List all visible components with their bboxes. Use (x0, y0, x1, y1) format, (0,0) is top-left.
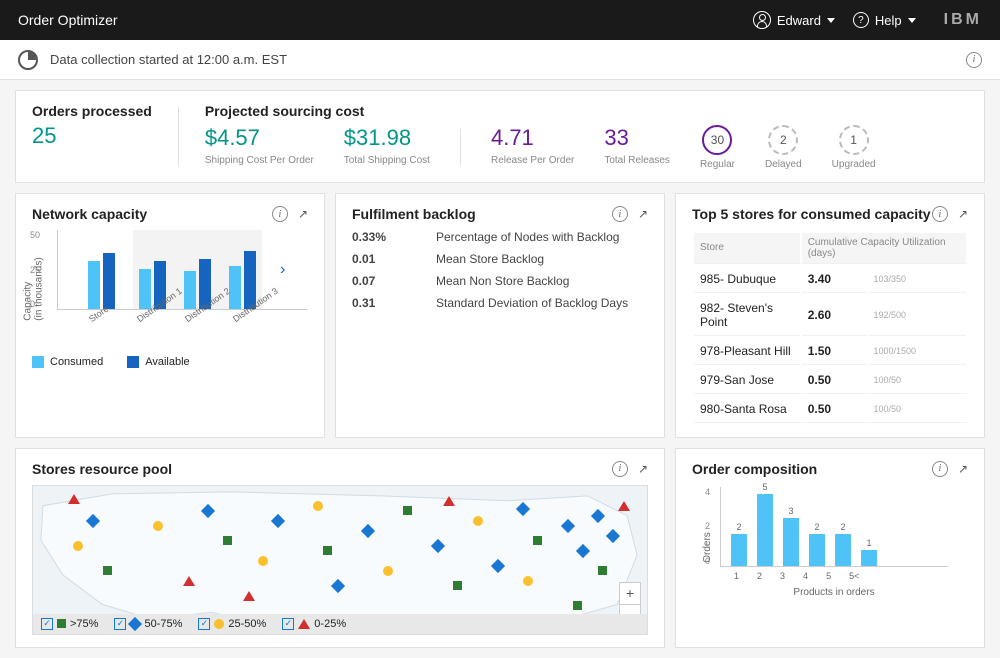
order-composition-chart: 4 2 0 2 5 3 2 2 1 (720, 487, 948, 567)
expand-icon[interactable]: ↗ (298, 207, 308, 221)
projected-sourcing-label: Projected sourcing cost (205, 103, 968, 119)
legend-50-75[interactable]: ✓50-75% (114, 618, 182, 630)
app-title: Order Optimizer (18, 12, 118, 28)
info-icon[interactable]: i (966, 52, 982, 68)
kpi-card: Orders processed 25 Projected sourcing c… (15, 90, 985, 183)
release-per-order: 4.71 (491, 125, 574, 151)
brand-logo: IBM (944, 11, 982, 29)
expand-icon[interactable]: ↗ (638, 207, 648, 221)
table-row: 979-San Jose0.50100/50 (694, 367, 966, 394)
total-releases: 33 (604, 125, 670, 151)
expand-icon[interactable]: ↗ (638, 462, 648, 476)
orders-processed-label: Orders processed (32, 103, 152, 119)
chevron-down-icon (908, 18, 916, 23)
user-icon (753, 11, 771, 29)
info-icon[interactable]: i (612, 206, 628, 222)
expand-icon[interactable]: ↗ (958, 207, 968, 221)
status-text: Data collection started at 12:00 a.m. ES… (50, 52, 287, 67)
top5-table: StoreCumulative Capacity Utilization (da… (692, 231, 968, 425)
help-label: Help (875, 13, 902, 28)
top5-stores-card: Top 5 stores for consumed capacity i ↗ S… (675, 193, 985, 438)
map-legend: ✓>75% ✓50-75% ✓25-50% ✓0-25% (33, 614, 647, 634)
pie-icon (18, 50, 38, 70)
total-ship-cost: $31.98 (344, 125, 430, 151)
oc-x-label: Products in orders (720, 587, 948, 598)
expand-icon[interactable]: ↗ (958, 462, 968, 476)
upgraded-circle: 1 (839, 125, 869, 155)
map-title: Stores resource pool (32, 461, 172, 477)
user-menu[interactable]: Edward (753, 11, 835, 29)
info-icon[interactable]: i (932, 461, 948, 477)
top5-title: Top 5 stores for consumed capacity (692, 206, 931, 223)
user-name: Edward (777, 13, 821, 28)
table-row: 982- Steven's Point2.60192/500 (694, 295, 966, 336)
us-map[interactable]: + − ✓>75% ✓50-75% ✓25-50% ✓0-25% (32, 485, 648, 635)
orders-processed-value: 25 (32, 123, 152, 149)
zoom-in-button[interactable]: + (620, 583, 640, 605)
help-icon: ? (853, 12, 869, 28)
legend-0-25[interactable]: ✓0-25% (282, 618, 346, 630)
top-bar-right: Edward ? Help IBM (753, 11, 982, 29)
order-composition-card: Order composition i ↗ Orders 4 2 0 2 5 3 (675, 448, 985, 648)
network-capacity-card: Network capacity i ↗ Capacity(in thousan… (15, 193, 325, 438)
top-bar: Order Optimizer Edward ? Help IBM (0, 0, 1000, 40)
order-composition-title: Order composition (692, 461, 817, 477)
info-icon[interactable]: i (612, 461, 628, 477)
ship-cost-per-order: $4.57 (205, 125, 314, 151)
sub-bar: Data collection started at 12:00 a.m. ES… (0, 40, 1000, 80)
help-menu[interactable]: ? Help (853, 12, 916, 28)
stores-resource-pool-card: Stores resource pool i ↗ (15, 448, 665, 648)
info-icon[interactable]: i (272, 206, 288, 222)
next-arrow-icon[interactable]: › (280, 261, 285, 279)
legend-25-50[interactable]: ✓25-50% (198, 618, 266, 630)
backlog-title: Fulfilment backlog (352, 206, 476, 222)
legend-75plus[interactable]: ✓>75% (41, 618, 98, 630)
chevron-down-icon (827, 18, 835, 23)
delayed-circle: 2 (768, 125, 798, 155)
table-row: 985- Dubuque3.40103/350 (694, 266, 966, 293)
table-row: 978-Pleasant Hill1.501000/1500 (694, 338, 966, 365)
network-legend: Consumed Available (32, 356, 308, 368)
fulfilment-backlog-card: Fulfilment backlog i ↗ 0.33%Percentage o… (335, 193, 665, 438)
info-icon[interactable]: i (932, 206, 948, 222)
regular-circle: 30 (702, 125, 732, 155)
map-outline (33, 486, 647, 634)
network-capacity-title: Network capacity (32, 206, 147, 222)
table-row: 980-Santa Rosa0.50100/50 (694, 396, 966, 423)
